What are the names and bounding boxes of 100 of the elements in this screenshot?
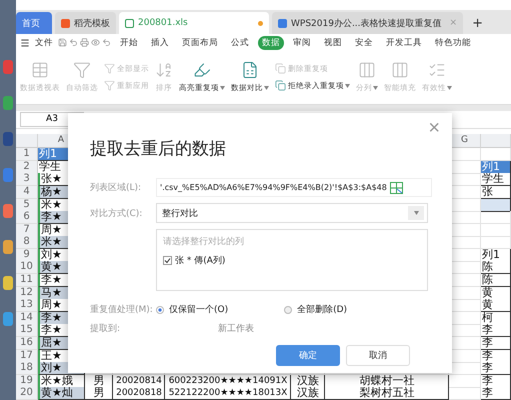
table-cell: 黄 [481, 286, 511, 300]
table-cell: 522122200★★★★18013X [165, 387, 291, 400]
row-number[interactable]: 8 [16, 236, 38, 250]
compare-dropdown[interactable]: 整行对比 [156, 203, 428, 223]
table-cell: 米★娥 [38, 374, 85, 388]
row-number[interactable]: 2 [16, 160, 38, 174]
menu-tab[interactable]: 审阅 [289, 36, 315, 50]
menu-tab[interactable]: 数据 [258, 36, 284, 50]
filter-icon [73, 61, 91, 80]
radio-option[interactable]: 仅保留一个(O) [156, 303, 228, 316]
printer-icon[interactable] [80, 38, 89, 48]
radio-option[interactable]: 全部删除(D) [284, 303, 348, 316]
table-cell: 李 [481, 362, 511, 376]
row-number[interactable]: 1 [16, 148, 38, 162]
table-cell: 陈 [481, 261, 511, 274]
copy-icon [275, 80, 286, 92]
field-label: 提取到: [90, 322, 122, 335]
menu-tab[interactable]: 特色功能 [431, 36, 475, 50]
eye-icon[interactable] [91, 38, 100, 48]
sheet-icon [241, 61, 259, 80]
menu-tab[interactable]: 开发工具 [382, 36, 426, 50]
menu-tab[interactable]: 公式 [227, 36, 253, 50]
list-hint: 请选择整行对比的列 [163, 236, 245, 248]
close-button[interactable]: × [424, 117, 444, 140]
menu-tab[interactable]: 视图 [320, 36, 346, 50]
columns-icon [358, 61, 376, 80]
menu-tab[interactable]: 插入 [147, 36, 173, 50]
table-cell: 李 [481, 324, 511, 338]
row-number[interactable]: 4 [16, 186, 38, 199]
row-number[interactable]: 13 [16, 299, 38, 312]
corner-cell[interactable] [16, 134, 38, 148]
document-tab[interactable]: 首页 [16, 12, 52, 34]
columns-icon [391, 61, 409, 80]
menu-icon[interactable] [20, 38, 30, 48]
row-number[interactable]: 18 [16, 362, 38, 376]
menu-tab[interactable]: 开始 [116, 36, 142, 50]
checkbox-icon[interactable] [163, 256, 172, 265]
sort-icon [155, 61, 173, 80]
save-icon[interactable] [58, 38, 67, 48]
document-tab[interactable]: WPS2019办公...表格快速提取重复值 × [272, 12, 464, 34]
document-tab[interactable]: 200801.xls [119, 12, 269, 34]
app-icon[interactable] [3, 204, 13, 218]
table-cell: 李 [481, 337, 511, 350]
table-cell: 列1 [481, 248, 511, 262]
table-icon [31, 61, 49, 80]
row-number[interactable]: 15 [16, 324, 38, 338]
table-cell: 汉族 [291, 387, 325, 400]
row-number[interactable]: 9 [16, 248, 38, 262]
row-number[interactable]: 12 [16, 286, 38, 300]
table-cell: 学生 [481, 173, 511, 186]
document-icon [125, 18, 134, 28]
cancel-button[interactable]: 取消 [346, 345, 410, 366]
app-icon[interactable] [3, 96, 13, 110]
field-label: 重复值处理(M): [90, 304, 154, 316]
range-picker-icon[interactable] [390, 182, 403, 194]
ok-button[interactable]: 确定 [276, 345, 340, 366]
undo-icon[interactable] [69, 38, 78, 48]
row-number[interactable]: 10 [16, 261, 38, 274]
app-icon[interactable] [3, 312, 13, 326]
row-number[interactable]: 5 [16, 198, 38, 212]
table-cell: 男 [85, 387, 113, 400]
caret-icon [373, 86, 378, 90]
row-number[interactable]: 11 [16, 274, 38, 288]
menu-tab[interactable]: 页面布局 [178, 36, 222, 50]
table-cell: 黄 [481, 299, 511, 312]
document-icon [61, 18, 70, 28]
app-icon[interactable] [3, 132, 13, 146]
filter-icon [104, 80, 115, 92]
target-value: 新工作表 [217, 322, 255, 335]
table-cell: 陈 [481, 274, 511, 288]
row-number[interactable]: 20 [16, 387, 38, 400]
range-field[interactable]: '.csv_%E5%AD%A6%E7%94%9F%E4%B(2)'!$A$3:$A$48 [156, 178, 432, 197]
row-number[interactable]: 7 [16, 224, 38, 237]
table-cell: 20020818 [113, 387, 165, 400]
app-icon[interactable] [3, 240, 13, 254]
row-number[interactable]: 3 [16, 173, 38, 186]
caret-icon [414, 211, 418, 215]
menu-tab[interactable]: 安全 [351, 36, 377, 50]
app-icon[interactable] [3, 276, 13, 290]
row-number[interactable]: 6 [16, 211, 38, 224]
column-checkbox[interactable]: 张 * 傳(A列) [163, 254, 421, 267]
new-tab-button[interactable]: + [466, 16, 489, 34]
file-menu[interactable]: 文件 [35, 36, 53, 49]
row-number[interactable]: 19 [16, 374, 38, 388]
undo-icon[interactable] [102, 38, 111, 48]
column-header[interactable] [481, 134, 511, 148]
row-number[interactable]: 17 [16, 350, 38, 363]
field-label: 列表区域(L): [90, 182, 142, 194]
table-cell: 张 [481, 186, 511, 199]
table-cell: 黄★灿 [38, 387, 85, 400]
empty-cell [481, 211, 511, 224]
row-number[interactable]: 16 [16, 337, 38, 350]
field-label: 对比方式(C): [90, 208, 144, 220]
copy-icon [275, 63, 286, 74]
row-number[interactable]: 14 [16, 312, 38, 325]
document-tab[interactable]: 稻壳模板 [55, 12, 116, 34]
column-header[interactable]: G [449, 134, 481, 148]
table-cell: 列1 [481, 160, 511, 174]
dialog-title: 提取去重后的数据 [90, 138, 227, 160]
caret-icon [447, 86, 452, 90]
